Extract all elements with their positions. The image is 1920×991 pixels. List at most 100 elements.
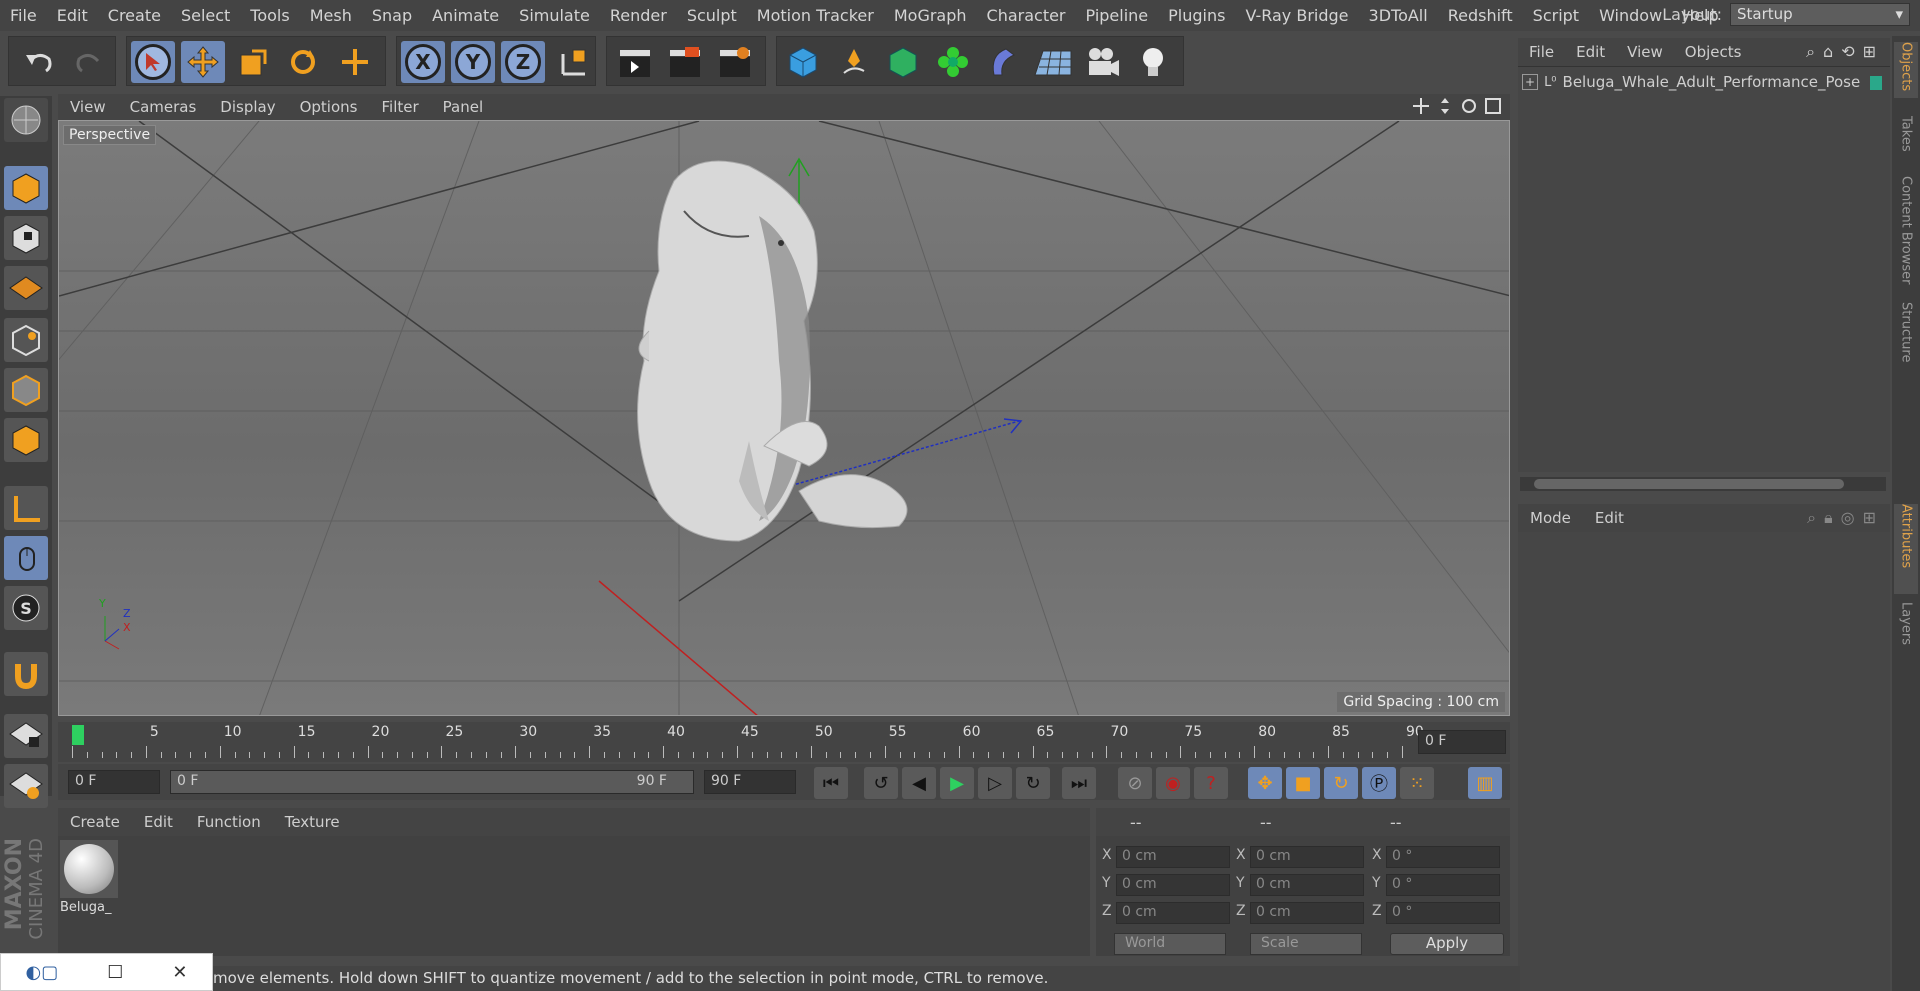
perspective-viewport[interactable]: Y X Z Perspective Grid Spacing : 100 cm bbox=[58, 120, 1510, 716]
make-editable-button[interactable] bbox=[4, 98, 48, 142]
viewport-menu-options[interactable]: Options bbox=[288, 98, 370, 116]
menu-sculpt[interactable]: Sculpt bbox=[677, 6, 747, 25]
previous-frame-button[interactable]: ◀ bbox=[902, 767, 936, 799]
maximize-icon[interactable]: ☐ bbox=[107, 962, 123, 983]
cube-primitive-button[interactable] bbox=[781, 41, 825, 83]
end-frame-field[interactable]: 90 F bbox=[704, 770, 796, 794]
record-keys-button[interactable]: ⊘ bbox=[1118, 767, 1152, 799]
zoom-arrows-icon[interactable] bbox=[1436, 97, 1454, 115]
next-key-button[interactable]: ↻ bbox=[1016, 767, 1050, 799]
search-icon[interactable]: ⌕ bbox=[1806, 42, 1815, 62]
playhead-marker[interactable] bbox=[72, 725, 84, 745]
render-view-button[interactable] bbox=[613, 41, 657, 83]
menu-script[interactable]: Script bbox=[1523, 6, 1589, 25]
layer-color-icon[interactable] bbox=[1870, 76, 1882, 90]
tab-content-browser[interactable]: Content Browser bbox=[1894, 176, 1918, 292]
redo-button[interactable] bbox=[67, 41, 111, 83]
coord-rot-y-field[interactable]: 0 ° bbox=[1386, 874, 1500, 896]
key-position-button[interactable]: ✥ bbox=[1248, 767, 1282, 799]
menu-select[interactable]: Select bbox=[171, 6, 240, 25]
polygons-mode-button[interactable] bbox=[4, 418, 48, 462]
menu-simulate[interactable]: Simulate bbox=[509, 6, 600, 25]
coordinate-system-button[interactable] bbox=[551, 41, 595, 83]
menu-file[interactable]: File bbox=[0, 6, 47, 25]
app-window-icon[interactable]: ◐▢ bbox=[26, 962, 59, 983]
tab-attributes[interactable]: Attributes bbox=[1894, 504, 1918, 594]
viewport-menu-panel[interactable]: Panel bbox=[431, 98, 495, 116]
rotate-tool-button[interactable] bbox=[281, 41, 325, 83]
coord-pos-x-field[interactable]: 0 cm bbox=[1116, 846, 1230, 868]
current-frame-field[interactable]: 0 F bbox=[1418, 730, 1506, 754]
layout-dropdown[interactable]: Startup bbox=[1730, 3, 1910, 26]
coord-rot-x-field[interactable]: 0 ° bbox=[1386, 846, 1500, 868]
object-menu-file[interactable]: File bbox=[1518, 43, 1565, 61]
move-tool-button[interactable] bbox=[181, 41, 225, 83]
play-button[interactable]: ▶ bbox=[940, 767, 974, 799]
viewport-menu-filter[interactable]: Filter bbox=[369, 98, 430, 116]
search-icon[interactable]: ⌕ bbox=[1807, 508, 1816, 528]
key-rotation-button[interactable]: ↻ bbox=[1324, 767, 1358, 799]
go-to-start-button[interactable]: ⏮ bbox=[814, 767, 848, 799]
apply-button[interactable]: Apply bbox=[1390, 933, 1504, 955]
viewport-menu-cameras[interactable]: Cameras bbox=[118, 98, 209, 116]
object-menu-objects[interactable]: Objects bbox=[1674, 43, 1753, 61]
coord-size-y-field[interactable]: 0 cm bbox=[1250, 874, 1364, 896]
target-icon[interactable]: ◎ bbox=[1841, 508, 1855, 528]
y-axis-lock-button[interactable]: Y bbox=[451, 41, 495, 83]
menu-tools[interactable]: Tools bbox=[240, 6, 299, 25]
menu-create[interactable]: Create bbox=[98, 6, 171, 25]
menu-vray-bridge[interactable]: V-Ray Bridge bbox=[1235, 6, 1358, 25]
autokey-button[interactable]: ◉ bbox=[1156, 767, 1190, 799]
coord-rot-z-field[interactable]: 0 ° bbox=[1386, 902, 1500, 924]
tweak-mode-button[interactable] bbox=[4, 536, 48, 580]
menu-render[interactable]: Render bbox=[600, 6, 677, 25]
back-icon[interactable]: ⟲ bbox=[1841, 42, 1854, 62]
home-icon[interactable]: ⌂ bbox=[1823, 42, 1833, 62]
points-mode-button[interactable] bbox=[4, 318, 48, 362]
coord-pos-y-field[interactable]: 0 cm bbox=[1116, 874, 1230, 896]
menu-window[interactable]: Window bbox=[1589, 6, 1672, 25]
timeline-ruler[interactable]: 051015202530354045505560657075808590 0 F bbox=[58, 722, 1510, 762]
timeline-window-button[interactable]: ▥ bbox=[1468, 767, 1502, 799]
coord-size-z-field[interactable]: 0 cm bbox=[1250, 902, 1364, 924]
menu-redshift[interactable]: Redshift bbox=[1438, 6, 1523, 25]
attribute-menu-edit[interactable]: Edit bbox=[1583, 509, 1636, 527]
go-to-end-button[interactable]: ⏭ bbox=[1062, 767, 1096, 799]
size-mode-dropdown[interactable]: Scale bbox=[1250, 933, 1362, 955]
cloner-button[interactable] bbox=[931, 41, 975, 83]
live-move-button[interactable] bbox=[333, 41, 377, 83]
lock-icon[interactable]: 🔒︎ bbox=[1824, 508, 1833, 528]
pan-icon[interactable] bbox=[1412, 97, 1430, 115]
menu-pipeline[interactable]: Pipeline bbox=[1076, 6, 1159, 25]
previous-key-button[interactable]: ↺ bbox=[864, 767, 898, 799]
menu-mograph[interactable]: MoGraph bbox=[884, 6, 977, 25]
x-axis-lock-button[interactable]: X bbox=[401, 41, 445, 83]
tab-layers[interactable]: Layers bbox=[1894, 602, 1918, 662]
viewport-menu-display[interactable]: Display bbox=[208, 98, 287, 116]
orbit-icon[interactable] bbox=[1460, 97, 1478, 115]
z-axis-lock-button[interactable]: Z bbox=[501, 41, 545, 83]
attribute-menu-mode[interactable]: Mode bbox=[1518, 509, 1583, 527]
object-menu-edit[interactable]: Edit bbox=[1565, 43, 1616, 61]
texture-mode-button[interactable] bbox=[4, 216, 48, 260]
scrollbar-thumb[interactable] bbox=[1534, 479, 1844, 489]
keyframe-selection-button[interactable]: ? bbox=[1194, 767, 1228, 799]
render-settings-button[interactable] bbox=[713, 41, 757, 83]
beluga-whale-model[interactable] bbox=[637, 160, 908, 542]
object-name[interactable]: Beluga_Whale_Adult_Performance_Pose bbox=[1563, 73, 1861, 91]
material-menu-create[interactable]: Create bbox=[58, 813, 132, 831]
material-menu-edit[interactable]: Edit bbox=[132, 813, 185, 831]
menu-plugins[interactable]: Plugins bbox=[1158, 6, 1235, 25]
start-frame-field[interactable]: 0 F bbox=[68, 770, 160, 794]
coord-pos-z-field[interactable]: 0 cm bbox=[1116, 902, 1230, 924]
maximize-view-icon[interactable] bbox=[1484, 97, 1502, 115]
subdivision-button[interactable] bbox=[881, 41, 925, 83]
select-tool-button[interactable] bbox=[131, 41, 175, 83]
key-scale-button[interactable]: ■ bbox=[1286, 767, 1320, 799]
tab-takes[interactable]: Takes bbox=[1894, 116, 1918, 166]
object-manager-scrollbar[interactable] bbox=[1520, 477, 1886, 491]
camera-button[interactable] bbox=[1081, 41, 1125, 83]
planar-workplane-button[interactable] bbox=[4, 764, 48, 808]
tab-structure[interactable]: Structure bbox=[1894, 302, 1918, 376]
light-button[interactable] bbox=[1131, 41, 1175, 83]
